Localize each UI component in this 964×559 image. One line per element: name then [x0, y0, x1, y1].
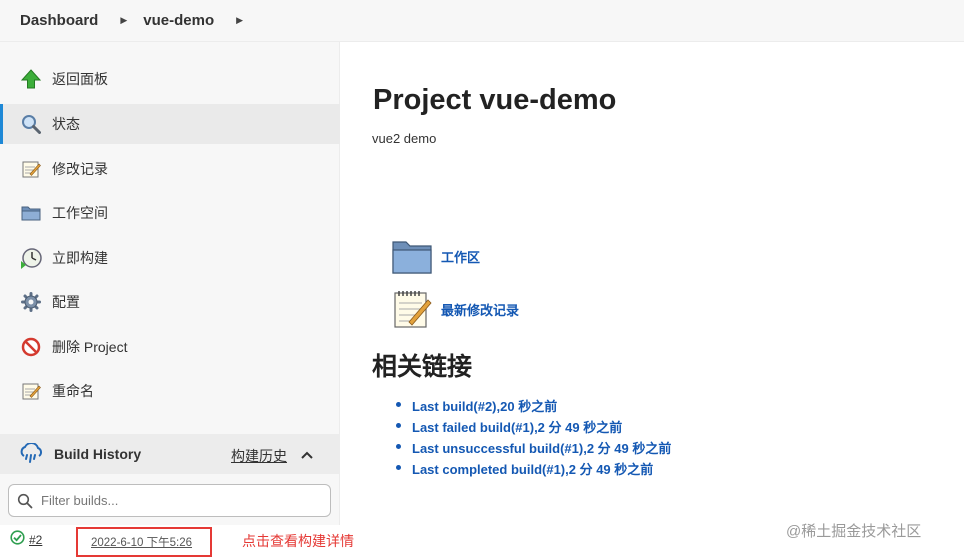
notepad-icon	[20, 158, 42, 180]
notepad-icon	[391, 288, 433, 330]
sidebar-item-label: 删除 Project	[52, 339, 128, 355]
breadcrumb-project[interactable]: vue-demo	[143, 12, 214, 29]
notepad-icon	[20, 380, 42, 402]
folder-icon	[391, 237, 433, 275]
clock-build-icon	[20, 247, 42, 269]
build-history-title: Build History	[54, 446, 142, 462]
permalink-item[interactable]: Last completed build(#1),2 分 49 秒之前	[396, 459, 671, 480]
magnifier-icon	[20, 113, 42, 135]
sidebar-item-label: 工作空间	[52, 205, 108, 221]
permalink-item[interactable]: Last build(#2),20 秒之前	[396, 396, 671, 417]
sidebar-item-changes[interactable]: 修改记录	[0, 149, 340, 189]
recent-changes-link[interactable]: 最新修改记录	[391, 288, 519, 330]
workspace-link[interactable]: 工作区	[391, 237, 480, 275]
build-history-header: Build History 构建历史	[0, 434, 340, 474]
build-trend-link[interactable]: 构建历史	[231, 446, 287, 466]
sidebar-item-workspace[interactable]: 工作空间	[0, 193, 340, 233]
annotation-text: 点击查看构建详情	[242, 533, 354, 549]
recent-changes-link-label: 最新修改记录	[441, 302, 520, 318]
chevron-up-icon[interactable]	[298, 446, 316, 464]
breadcrumb: Dashboard ▶ vue-demo ▶	[0, 0, 964, 42]
sidebar-item-configure[interactable]: 配置	[0, 282, 340, 322]
up-arrow-icon	[20, 68, 42, 90]
permalinks-list: Last build(#2),20 秒之前 Last failed build(…	[396, 396, 671, 480]
project-description: vue2 demo	[372, 131, 437, 146]
main-content: Project vue-demo vue2 demo 工作区 最新修改记录 相关…	[340, 42, 964, 559]
watermark: @稀土掘金技术社区	[786, 523, 922, 540]
build-number-link[interactable]: #2	[29, 533, 42, 547]
breadcrumb-chevron-icon[interactable]: ▶	[120, 15, 127, 26]
filter-builds-input[interactable]	[41, 493, 311, 508]
permalink-item[interactable]: Last unsuccessful build(#1),2 分 49 秒之前	[396, 438, 671, 459]
page-title: Project vue-demo	[373, 84, 617, 116]
gear-icon	[20, 291, 42, 313]
breadcrumb-chevron-icon[interactable]: ▶	[236, 15, 243, 26]
permalinks-title: 相关链接	[372, 353, 473, 381]
sidebar-item-label: 立即构建	[52, 250, 108, 266]
sidebar-item-status[interactable]: 状态	[0, 104, 340, 144]
no-entry-icon	[20, 336, 42, 358]
highlight-box	[76, 527, 212, 557]
permalink-item[interactable]: Last failed build(#1),2 分 49 秒之前	[396, 417, 671, 438]
sidebar-item-rename[interactable]: 重命名	[0, 371, 340, 411]
sidebar-item-back-to-dashboard[interactable]: 返回面板	[0, 59, 340, 99]
search-icon	[17, 493, 33, 509]
sidebar-item-label: 配置	[52, 294, 80, 310]
success-check-icon	[10, 530, 25, 545]
sidebar-item-label: 重命名	[52, 383, 94, 399]
sidebar-item-build-now[interactable]: 立即构建	[0, 238, 340, 278]
breadcrumb-dashboard[interactable]: Dashboard	[20, 12, 98, 29]
sidebar-item-label: 返回面板	[52, 71, 108, 87]
weather-cloud-icon	[18, 443, 44, 465]
filter-builds-box	[8, 484, 331, 517]
sidebar-item-label: 修改记录	[52, 161, 108, 177]
workspace-link-label: 工作区	[441, 249, 481, 265]
sidebar-item-delete-project[interactable]: 删除 Project	[0, 327, 340, 367]
sidebar-item-label: 状态	[52, 116, 80, 132]
sidebar: 返回面板 状态 修改记录 工作空间 立即构建 配置 删除 Project 重命名…	[0, 42, 340, 559]
folder-icon	[20, 202, 42, 224]
